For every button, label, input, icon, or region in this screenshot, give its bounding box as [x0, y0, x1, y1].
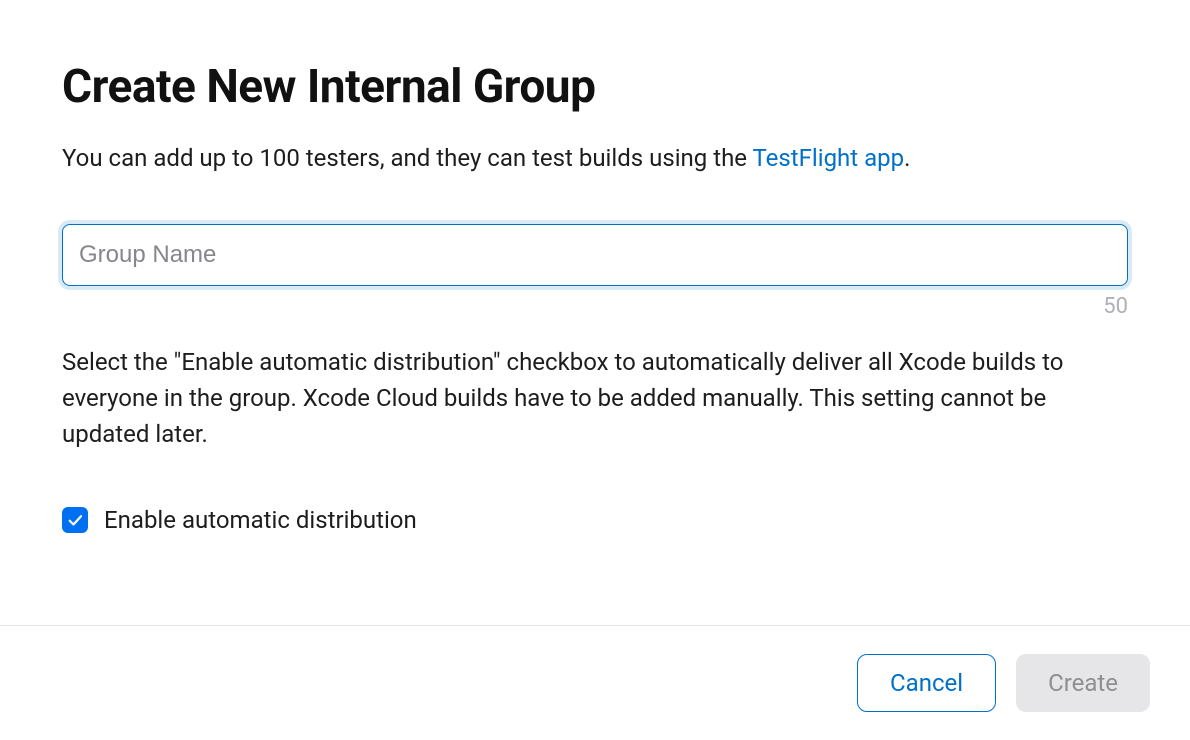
testflight-app-link[interactable]: TestFlight app [753, 144, 905, 172]
create-group-dialog: Create New Internal Group You can add up… [0, 0, 1190, 534]
group-name-field-wrapper: 50 [62, 224, 1128, 286]
dialog-subtitle: You can add up to 100 testers, and they … [62, 142, 1128, 176]
distribution-description: Select the "Enable automatic distributio… [62, 344, 1128, 452]
group-name-input[interactable] [62, 224, 1128, 286]
enable-auto-distribution-row: Enable automatic distribution [62, 506, 1128, 534]
checkmark-icon [66, 511, 84, 529]
enable-auto-distribution-checkbox[interactable] [62, 507, 88, 533]
subtitle-text-prefix: You can add up to 100 testers, and they … [62, 144, 753, 172]
dialog-footer: Cancel Create [0, 625, 1190, 740]
enable-auto-distribution-label: Enable automatic distribution [104, 506, 417, 534]
cancel-button[interactable]: Cancel [857, 654, 996, 712]
char-count-label: 50 [1103, 294, 1128, 319]
dialog-title: Create New Internal Group [62, 60, 1128, 114]
create-button[interactable]: Create [1016, 654, 1150, 712]
subtitle-text-suffix: . [904, 144, 910, 172]
